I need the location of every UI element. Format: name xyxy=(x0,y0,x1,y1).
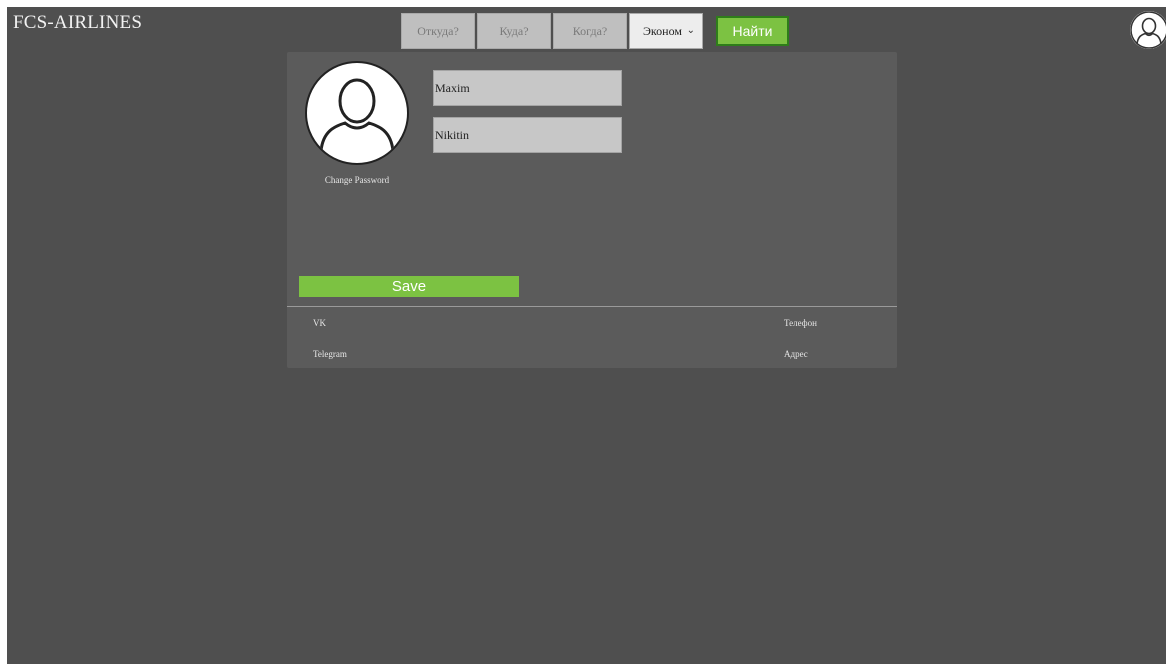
divider xyxy=(287,306,897,307)
address-label: Адрес xyxy=(784,349,808,359)
class-select[interactable]: Эконом ⌄ xyxy=(629,13,703,49)
telegram-label: Telegram xyxy=(313,349,347,359)
profile-card: Change Password Maxim Nikitin Save VK Te… xyxy=(287,52,897,368)
first-name-field[interactable]: Maxim xyxy=(433,70,622,106)
phone-label: Телефон xyxy=(784,318,817,328)
brand-logo[interactable]: FCS-AIRLINES xyxy=(13,12,142,34)
user-avatar-icon[interactable] xyxy=(1130,11,1166,49)
app-window: FCS-AIRLINES Откуда? Куда? Когда? Эконом… xyxy=(7,7,1166,664)
chevron-down-icon: ⌄ xyxy=(686,25,695,36)
profile-avatar-icon[interactable] xyxy=(305,61,409,165)
save-button[interactable]: Save xyxy=(299,276,519,297)
change-password-link[interactable]: Change Password xyxy=(287,175,427,185)
class-select-value: Эконом xyxy=(643,23,682,38)
date-input[interactable]: Когда? xyxy=(553,13,627,49)
vk-label: VK xyxy=(313,318,326,328)
find-button[interactable]: Найти xyxy=(716,16,789,46)
from-input[interactable]: Откуда? xyxy=(401,13,475,49)
last-name-field[interactable]: Nikitin xyxy=(433,117,622,153)
to-input[interactable]: Куда? xyxy=(477,13,551,49)
